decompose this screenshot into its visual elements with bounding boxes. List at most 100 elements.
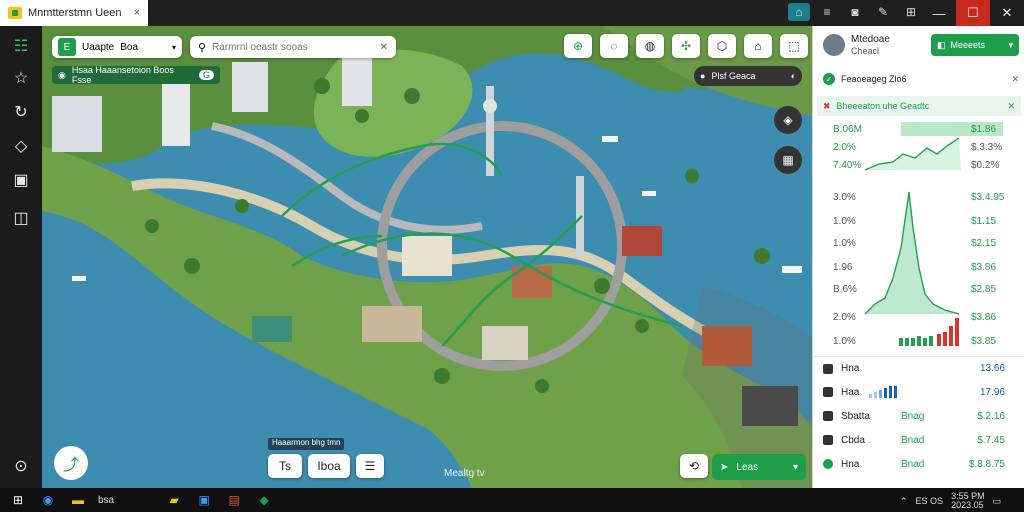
list-label: Cbda — [841, 434, 865, 446]
office-icon[interactable]: ▤ — [224, 490, 244, 510]
chat-tool-icon[interactable]: ◌ — [600, 34, 628, 58]
go-group: ⟲ ➤ Leas ▾ — [680, 454, 806, 480]
app-tab[interactable]: Mnmtterstmn Ueen × — [0, 0, 148, 26]
list-item[interactable]: Hna 13.66 — [813, 356, 1024, 380]
user-subtitle: Cheacl — [851, 46, 880, 56]
star-icon[interactable]: ☆ — [9, 66, 33, 90]
chat-icon[interactable]: ◇ — [9, 134, 33, 158]
frame-icon[interactable]: ⬚ — [780, 34, 808, 58]
explorer-icon[interactable]: ▬ — [68, 490, 88, 510]
right-panel: Mtedoae Cheacl ◧ Meeeets ▾ ✓ Feaoeageg Z… — [812, 26, 1024, 488]
folder-icon[interactable]: ▰ — [164, 490, 184, 510]
user-icon: ● — [700, 71, 706, 81]
route-icon: ◉ — [58, 69, 66, 80]
go-button[interactable]: ➤ Leas ▾ — [712, 454, 806, 480]
value-left: 1.0% — [833, 336, 856, 347]
error-row[interactable]: ✖ Bheeeaton uhe Geadtc ✕ — [817, 96, 1021, 116]
project-shield-icon: E — [58, 38, 76, 56]
layers-icon[interactable]: ☷ — [9, 34, 33, 58]
home-icon[interactable]: ⌂ — [788, 3, 810, 21]
balloon-icon[interactable]: ◍ — [636, 34, 664, 58]
search-icon: ⚲ — [198, 41, 207, 54]
search-taskbar-icon[interactable]: ◉ — [38, 490, 58, 510]
chevron-down-icon: ▾ — [171, 42, 176, 52]
pin-icon[interactable]: ⊕ — [564, 34, 592, 58]
list-item[interactable]: Cbda Bnad $.7.45 — [813, 428, 1024, 452]
value-right: $3.86 — [971, 262, 997, 273]
notification-icon[interactable]: ▭ — [993, 496, 1002, 507]
value-right: $3.85 — [971, 336, 997, 347]
list-icon — [823, 387, 833, 397]
crossing-icon[interactable]: ✣ — [672, 34, 700, 58]
app-logo-icon — [8, 7, 22, 19]
value-left: 2.0% — [833, 312, 856, 323]
search-bar[interactable]: ⚲ ✕ — [190, 36, 396, 58]
error-close-icon[interactable]: ✕ — [1007, 101, 1015, 112]
tool-button-3[interactable]: ☰ — [356, 454, 384, 478]
map-canvas[interactable]: E Uaapte Boa ▾ ⚲ ✕ ◉ Hsaa Haaansetoion B… — [42, 26, 812, 488]
clock[interactable]: 3:55 PM 2023.05 — [951, 492, 985, 510]
value-right: $.3.3% — [971, 142, 1003, 153]
list-bars — [869, 386, 898, 398]
notice-row[interactable]: ✓ Feaoeageg Zlo6 ✕ — [823, 70, 1019, 88]
list-item[interactable]: Hna Bnad $.8.8.75 — [813, 452, 1024, 476]
book-icon[interactable]: ◫ — [9, 206, 33, 230]
notice-text: Feaoeageg Zlo6 — [841, 74, 907, 84]
clear-search-icon[interactable]: ✕ — [380, 42, 388, 53]
buildings-icon[interactable]: ▦ — [774, 146, 802, 174]
list-value: 17.96 — [979, 386, 1005, 398]
action-button[interactable]: ◧ Meeeets ▾ — [931, 34, 1019, 56]
left-sidebar: ☷ ☆ ↻ ◇ ▣ ◫ ⊙ — [0, 26, 42, 488]
tool-button-2[interactable]: Iboa — [308, 454, 350, 478]
tray-text: ES OS — [915, 496, 944, 506]
locate-button[interactable]: ⤴ — [54, 446, 88, 480]
list-label: Sbatta — [841, 410, 870, 422]
window-controls-area: ⌂ ≡ ◙ ✎ ⊞ — ☐ ✕ — [148, 0, 1024, 26]
user-chip[interactable]: ● Plsf Geaca ◐ — [694, 66, 802, 86]
value-left: 1.96 — [833, 262, 853, 273]
gallery-icon[interactable]: ▣ — [9, 168, 33, 192]
list-item[interactable]: Sbatta Bnag $.2.16 — [813, 404, 1024, 428]
avatar[interactable] — [823, 34, 845, 56]
list-icon — [823, 363, 833, 374]
value-left: 1.0% — [833, 216, 856, 227]
value-left: 2.0% — [833, 142, 856, 153]
project-selector[interactable]: E Uaapte Boa ▾ — [52, 36, 182, 58]
search-input[interactable] — [212, 41, 363, 53]
route-alt-icon[interactable]: ⟲ — [680, 454, 708, 478]
bars-icon[interactable]: ≡ — [816, 3, 838, 21]
notice-close-icon[interactable]: ✕ — [1011, 74, 1019, 85]
map-watermark: Mealtg tv — [444, 468, 485, 479]
store-icon[interactable]: ▣ — [194, 490, 214, 510]
title-bar: Mnmtterstmn Ueen × ⌂ ≡ ◙ ✎ ⊞ — ☐ ✕ — [0, 0, 1024, 26]
settings-icon[interactable]: ⊙ — [9, 454, 33, 478]
compass-icon[interactable]: ◈ — [774, 106, 802, 134]
list-label: Haa — [841, 386, 860, 398]
value-right: $3.86 — [971, 312, 997, 323]
list-value: $.7.45 — [977, 434, 1005, 446]
refresh-icon[interactable]: ↻ — [9, 100, 33, 124]
list-label: Hna — [841, 458, 860, 470]
tab-close-icon[interactable]: × — [134, 7, 140, 19]
user-chip-label: Plsf Geaca — [711, 71, 756, 81]
list-item[interactable]: Haa 17.96 — [813, 380, 1024, 404]
tool-button-1[interactable]: Ts — [268, 454, 302, 478]
app-title: Mnmtterstmn Ueen — [28, 7, 122, 19]
close-button[interactable]: ✕ — [990, 0, 1024, 26]
start-icon[interactable]: ⊞ — [8, 490, 28, 510]
tray-arrow-icon[interactable]: ⌃ — [900, 496, 908, 507]
maximize-button[interactable]: ☐ — [956, 0, 990, 26]
value-left: B.6% — [833, 284, 857, 295]
route-chip[interactable]: ◉ Hsaa Haaansetoion Boos Fsse G — [52, 65, 220, 85]
bag-icon[interactable]: ⌂ — [744, 34, 772, 58]
camera-icon[interactable]: ◙ — [844, 3, 866, 21]
list-label: Hna — [841, 363, 860, 374]
route-chip-count: G — [198, 70, 214, 80]
paint-icon[interactable]: ✎ — [872, 3, 894, 21]
minimize-button[interactable]: — — [922, 0, 956, 26]
error-icon: ✖ — [823, 100, 831, 111]
map-app-icon[interactable]: ◆ — [254, 490, 274, 510]
sliders-icon[interactable]: ⊞ — [900, 3, 922, 21]
value-left: 3.0% — [833, 192, 856, 203]
shield-icon[interactable]: ⬡ — [708, 34, 736, 58]
